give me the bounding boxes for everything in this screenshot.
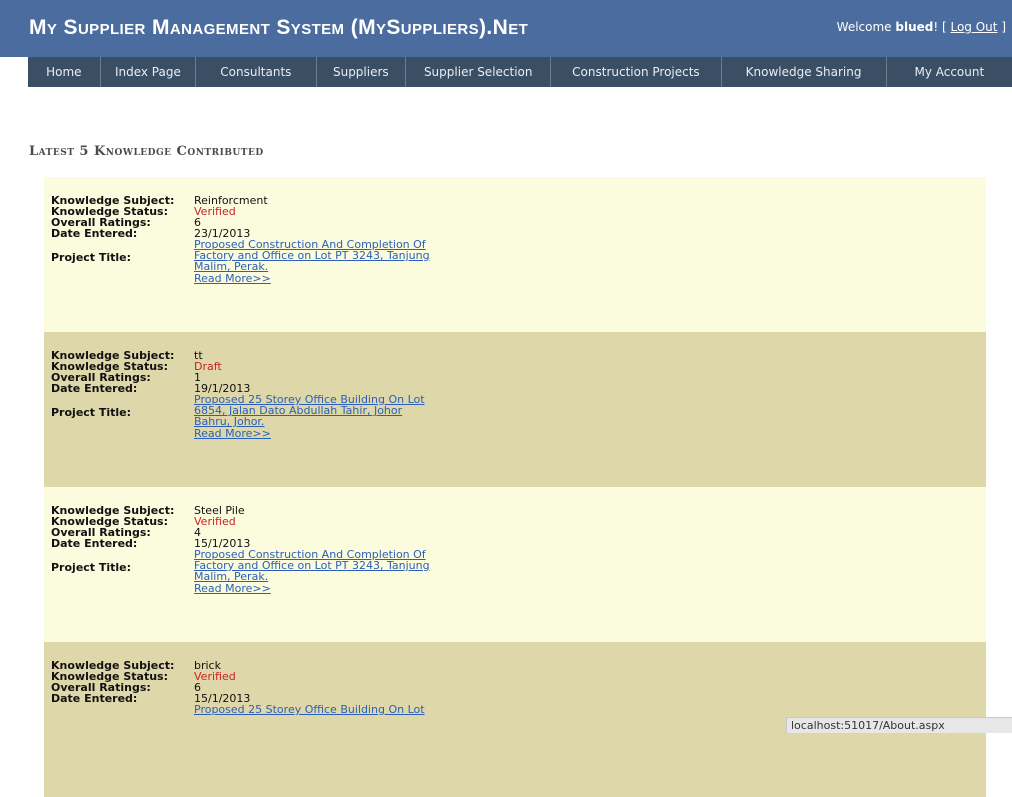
status-value: Verified [194,670,236,683]
login-display: Welcome blued! [ Log Out ] [837,20,1006,34]
menu-item-my-account[interactable]: My Account [887,57,1012,87]
date-label: Date Entered: [51,382,138,395]
menu-item-home[interactable]: Home [28,57,101,87]
subject-value: tt [194,349,203,362]
menu-item-supplier-selection[interactable]: Supplier Selection [406,57,552,87]
username: blued [895,20,934,34]
main-menu: Home Index Page Consultants Suppliers Su… [28,57,1012,87]
project-title-link[interactable]: Proposed 25 Storey Office Building On Lo… [194,394,459,427]
read-more-link[interactable]: Read More>> [194,427,271,440]
date-label: Date Entered: [51,537,138,550]
project-title-link[interactable]: Proposed Construction And Completion Of F… [194,549,459,582]
project-title-link[interactable]: Proposed Construction And Completion Of F… [194,239,459,272]
site-title: My Supplier Management System (MySupplie… [29,16,529,39]
logout-suffix: ] [997,20,1006,34]
project-label: Project Title: [51,406,132,419]
menu-item-index-page[interactable]: Index Page [101,57,197,87]
menu-item-suppliers[interactable]: Suppliers [317,57,407,87]
date-label: Date Entered: [51,227,138,240]
site-header: My Supplier Management System (MySupplie… [0,0,1012,57]
project-label: Project Title: [51,561,132,574]
menu-item-knowledge-sharing[interactable]: Knowledge Sharing [722,57,887,87]
knowledge-record: Knowledge Subject: Steel Pile Knowledge S… [44,487,986,642]
welcome-text: Welcome [836,20,896,34]
browser-status-bar: localhost:51017/About.aspx [786,717,1012,733]
knowledge-record: Knowledge Subject: tt Knowledge Status: Dr… [44,332,986,487]
menu-item-consultants[interactable]: Consultants [196,57,317,87]
status-value: Verified [194,205,236,218]
status-value: Verified [194,515,236,528]
section-title: Latest 5 Knowledge Contributed [29,144,264,159]
read-more-link[interactable]: Read More>> [194,272,271,285]
welcome-suffix: ! [ [933,20,951,34]
logout-link[interactable]: Log Out [950,20,997,34]
project-label [51,704,194,716]
project-label: Project Title: [51,251,132,264]
read-more-link[interactable]: Read More>> [194,582,271,595]
date-label: Date Entered: [51,692,138,705]
knowledge-list: Knowledge Subject: Reinforcment Knowledge… [44,177,986,797]
menu-item-construction-projects[interactable]: Construction Projects [551,57,722,87]
project-title-link[interactable]: Proposed 25 Storey Office Building On Lo… [194,704,459,715]
status-value: Draft [194,360,222,373]
knowledge-record: Knowledge Subject: Reinforcment Knowledge… [44,177,986,332]
